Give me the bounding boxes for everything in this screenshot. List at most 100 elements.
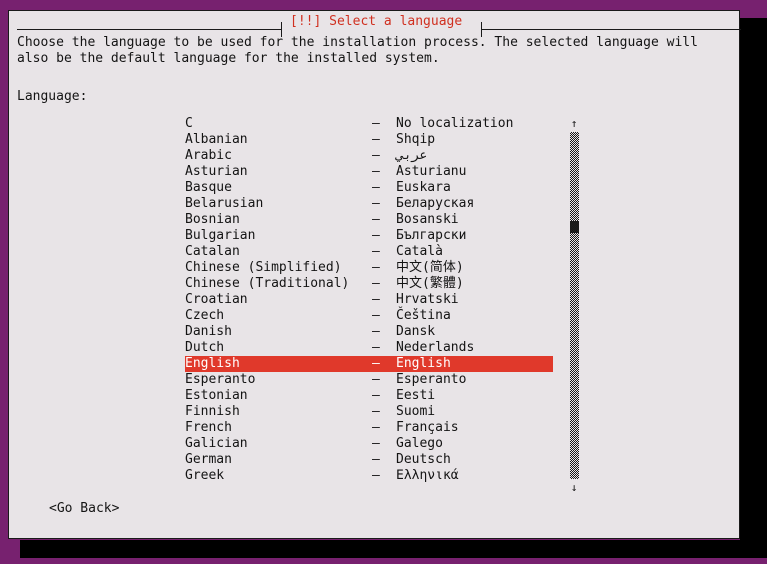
language-name: Finnish (185, 404, 240, 419)
language-list-item[interactable]: Asturian – Asturianu (185, 164, 553, 180)
language-name: Greek (185, 468, 225, 483)
language-name: Basque (185, 180, 232, 195)
language-separator: – (372, 356, 380, 371)
language-native-name: Dansk (396, 324, 436, 339)
language-list-item[interactable]: Greek – Ελληνικά (185, 468, 553, 484)
language-name: Chinese (Simplified) (185, 260, 342, 275)
language-native-name: Hrvatski (396, 292, 459, 307)
language-native-name: English (396, 356, 451, 371)
language-native-name: Català (396, 244, 443, 259)
language-name: Galician (185, 436, 248, 451)
language-separator: – (372, 132, 380, 147)
language-list-item[interactable]: Chinese (Traditional) – 中文(繁體) (185, 276, 553, 292)
language-native-name: Esperanto (396, 372, 467, 387)
language-list-item[interactable]: Catalan – Català (185, 244, 553, 260)
intro-text: Choose the language to be used for the i… (17, 35, 706, 66)
language-separator: – (372, 276, 380, 291)
language-list-item[interactable]: Arabic – عربي (185, 148, 553, 164)
language-separator: – (372, 468, 380, 483)
language-separator: – (372, 372, 380, 387)
language-separator: – (372, 452, 380, 467)
language-list-item[interactable]: Esperanto – Esperanto (185, 372, 553, 388)
language-list-item[interactable]: C – No localization (185, 116, 553, 132)
language-native-name: Français (396, 420, 459, 435)
language-list[interactable]: C – No localization Albanian – Shqip Arabic – عر… (185, 116, 553, 484)
language-name: Danish (185, 324, 232, 339)
language-native-name: Galego (396, 436, 443, 451)
language-native-name: Euskara (396, 180, 451, 195)
language-separator: – (372, 244, 380, 259)
language-list-item[interactable]: English – English (185, 356, 553, 372)
language-list-item[interactable]: Chinese (Simplified) – 中文(简体) (185, 260, 553, 276)
language-list-scrollbar[interactable]: ↑ ↓ (565, 115, 583, 497)
scrollbar-track[interactable] (570, 132, 579, 479)
language-list-item[interactable]: Bosnian – Bosanski (185, 212, 553, 228)
language-name: German (185, 452, 232, 467)
scroll-up-arrow-icon[interactable]: ↑ (565, 117, 583, 131)
language-list-item[interactable]: Bulgarian – Български (185, 228, 553, 244)
title-rule-left (17, 29, 281, 30)
language-native-name: عربي (396, 148, 428, 163)
language-name: French (185, 420, 232, 435)
language-name: Chinese (Traditional) (185, 276, 350, 291)
language-list-item[interactable]: Dutch – Nederlands (185, 340, 553, 356)
language-name: Belarusian (185, 196, 264, 211)
language-separator: – (372, 180, 380, 195)
language-list-item[interactable]: Belarusian – Беларуская (185, 196, 553, 212)
language-native-name: Eesti (396, 388, 436, 403)
language-native-name: No localization (396, 116, 514, 131)
language-name: Czech (185, 308, 225, 323)
installer-screen: [!!] Select a language Choose the langua… (0, 0, 767, 564)
select-language-dialog: [!!] Select a language Choose the langua… (8, 10, 741, 539)
scroll-down-arrow-icon[interactable]: ↓ (565, 481, 583, 495)
language-name: C (185, 116, 193, 131)
language-native-name: 中文(繁體) (396, 276, 464, 291)
language-name: Estonian (185, 388, 248, 403)
language-list-item[interactable]: Croatian – Hrvatski (185, 292, 553, 308)
language-separator: – (372, 148, 380, 163)
language-list-item[interactable]: French – Français (185, 420, 553, 436)
language-separator: – (372, 164, 380, 179)
language-list-item[interactable]: Danish – Dansk (185, 324, 553, 340)
language-list-item[interactable]: Albanian – Shqip (185, 132, 553, 148)
language-separator: – (372, 324, 380, 339)
language-native-name: Suomi (396, 404, 436, 419)
language-separator: – (372, 388, 380, 403)
go-back-button[interactable]: <Go Back> (49, 501, 119, 517)
title-rule-right (481, 29, 741, 30)
language-separator: – (372, 228, 380, 243)
language-separator: – (372, 420, 380, 435)
language-name: English (185, 356, 240, 371)
console-background-bottom (20, 540, 767, 558)
language-list-item[interactable]: Basque – Euskara (185, 180, 553, 196)
language-name: Dutch (185, 340, 225, 355)
dialog-title: [!!] Select a language (290, 14, 463, 29)
scrollbar-thumb[interactable] (570, 221, 579, 233)
language-name: Arabic (185, 148, 232, 163)
language-separator: – (372, 116, 380, 131)
language-native-name: Deutsch (396, 452, 451, 467)
language-label: Language: (17, 89, 88, 104)
language-native-name: Bosanski (396, 212, 459, 227)
language-native-name: Asturianu (396, 164, 467, 179)
language-list-item[interactable]: Czech – Čeština (185, 308, 553, 324)
language-native-name: Български (396, 228, 467, 243)
language-name: Esperanto (185, 372, 256, 387)
language-name: Bosnian (185, 212, 240, 227)
language-native-name: Čeština (396, 308, 451, 323)
language-list-item[interactable]: Finnish – Suomi (185, 404, 553, 420)
language-separator: – (372, 308, 380, 323)
language-separator: – (372, 292, 380, 307)
language-list-item[interactable]: Estonian – Eesti (185, 388, 553, 404)
language-separator: – (372, 404, 380, 419)
language-list-item[interactable]: Galician – Galego (185, 436, 553, 452)
language-native-name: Беларуская (396, 196, 475, 211)
desktop-background-bottom (0, 558, 767, 564)
language-list-item[interactable]: German – Deutsch (185, 452, 553, 468)
language-native-name: Shqip (396, 132, 436, 147)
language-separator: – (372, 436, 380, 451)
language-separator: – (372, 260, 380, 275)
language-separator: – (372, 196, 380, 211)
language-separator: – (372, 212, 380, 227)
console-background-right (740, 18, 767, 564)
